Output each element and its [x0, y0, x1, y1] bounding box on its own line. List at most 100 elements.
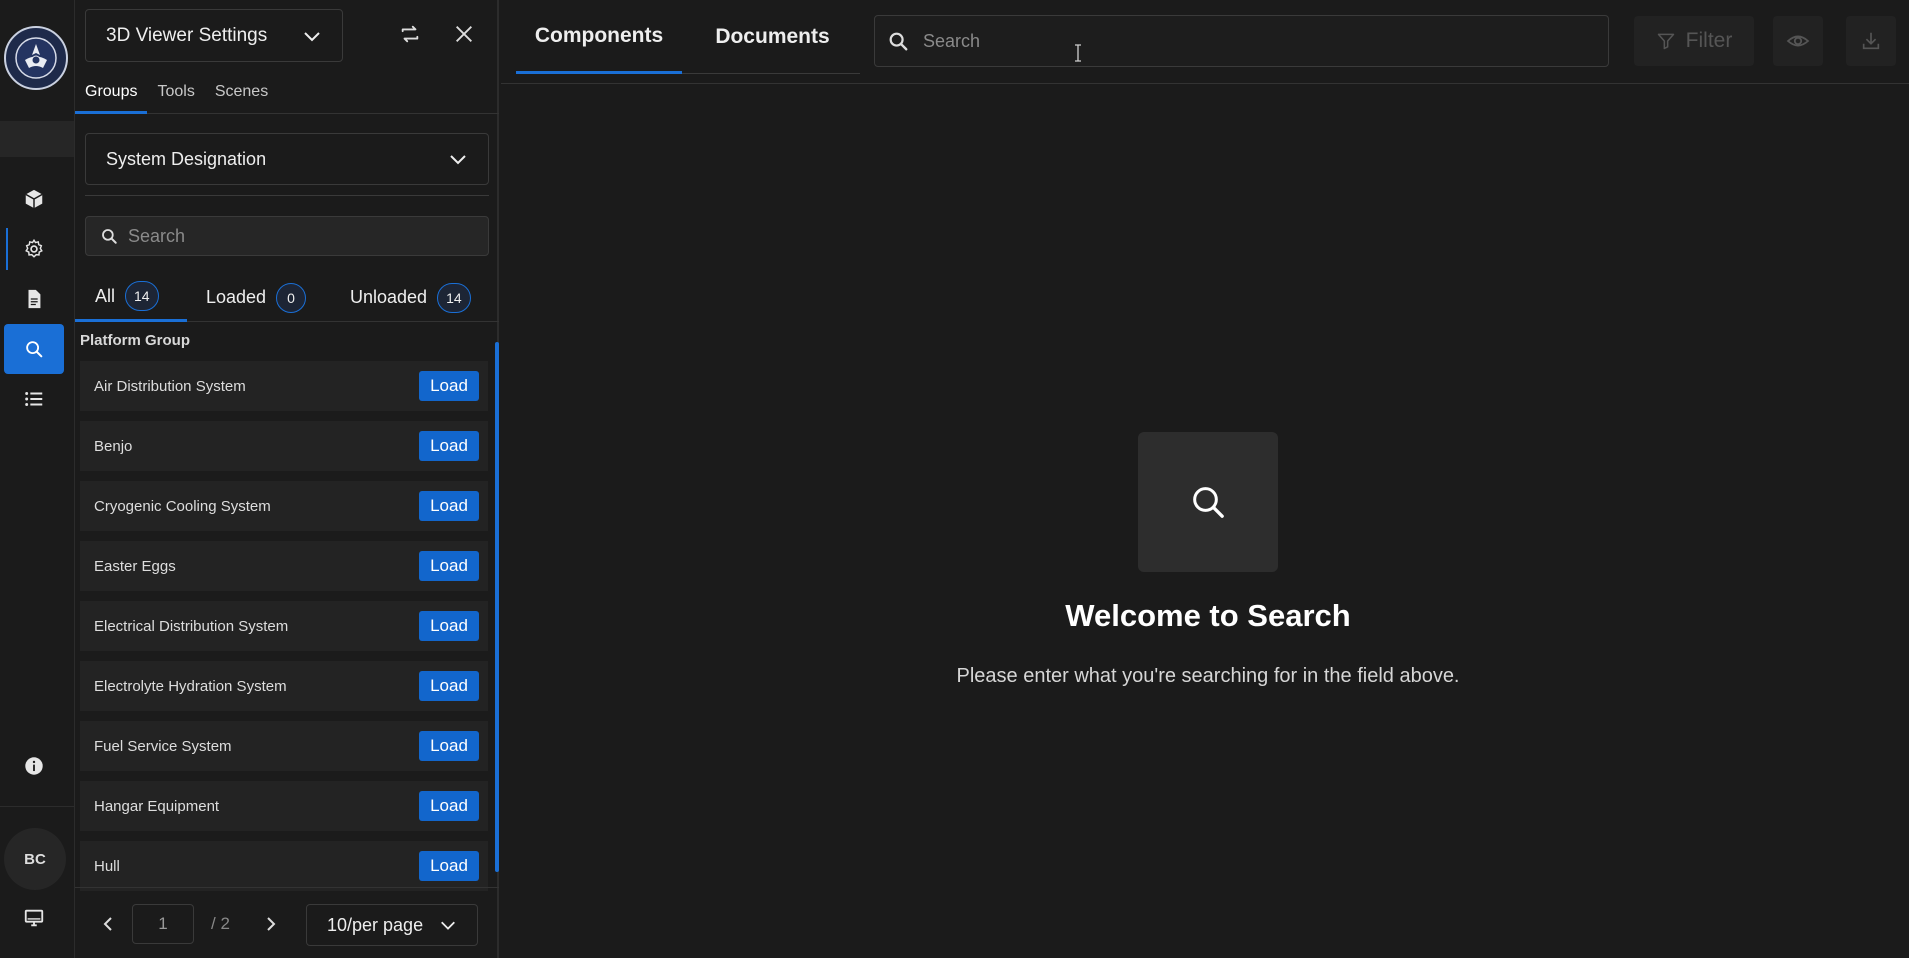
- load-button[interactable]: Load: [419, 611, 479, 641]
- load-filter-tabs: All 14 Loaded 0 Unloaded 14: [75, 273, 499, 322]
- filter-label: Loaded: [206, 287, 267, 307]
- list-item: Easter Eggs Load: [80, 541, 488, 591]
- tab-documents[interactable]: Documents: [690, 0, 855, 74]
- download-icon: [1862, 32, 1880, 50]
- list-item: Air Distribution System Load: [80, 361, 488, 411]
- gear-icon: [25, 238, 43, 258]
- main-search-input[interactable]: [923, 30, 1563, 52]
- load-button[interactable]: Load: [419, 491, 479, 521]
- rail-item-models[interactable]: [4, 174, 64, 224]
- group-by-dropdown[interactable]: System Designation: [85, 133, 489, 185]
- rail-item-settings[interactable]: [4, 224, 64, 274]
- item-label: Electrolyte Hydration System: [94, 677, 287, 695]
- list-item: Benjo Load: [80, 421, 488, 471]
- page-number-input[interactable]: [132, 904, 194, 944]
- item-label: Fuel Service System: [94, 737, 232, 755]
- app-root: BC 3D Viewer Settings Groups Tools Scene…: [0, 0, 1909, 958]
- tab-scenes[interactable]: Scenes: [205, 76, 278, 114]
- pagination: / 2 10/per page: [75, 887, 499, 958]
- list-item: Electrolyte Hydration System Load: [80, 661, 488, 711]
- main-search-box: [874, 15, 1609, 67]
- document-icon: [28, 289, 41, 309]
- search-icon: [26, 341, 43, 358]
- tab-components[interactable]: Components: [516, 0, 682, 74]
- chevron-down-icon: [441, 921, 455, 930]
- filter-label: Unloaded: [350, 287, 428, 307]
- filter-label: All: [95, 285, 116, 306]
- load-button[interactable]: Load: [419, 791, 479, 821]
- list-item: Hull Load: [80, 841, 488, 891]
- visibility-button[interactable]: [1773, 16, 1823, 66]
- panel-divider: [85, 195, 489, 196]
- rail-spacer: [0, 121, 74, 157]
- list-item: Fuel Service System Load: [80, 721, 488, 771]
- list-scrollbar[interactable]: [495, 342, 499, 872]
- group-search-input[interactable]: [128, 225, 468, 247]
- item-label: Benjo: [94, 437, 133, 455]
- item-label: Cryogenic Cooling System: [94, 497, 271, 515]
- count-badge: 14: [437, 282, 471, 313]
- filter-button[interactable]: Filter: [1634, 16, 1754, 66]
- per-page-label: 10/per page: [327, 914, 424, 935]
- sync-icon: [401, 25, 419, 43]
- viewer-settings-panel: 3D Viewer Settings Groups Tools Scenes S…: [75, 0, 499, 958]
- chevron-down-icon: [450, 155, 466, 165]
- per-page-select[interactable]: 10/per page: [306, 904, 478, 946]
- prev-page-button[interactable]: [94, 910, 122, 938]
- rail-item-documents[interactable]: [4, 274, 64, 324]
- list-icon: [25, 392, 43, 406]
- tab-tools[interactable]: Tools: [147, 76, 204, 114]
- page-total: / 2: [211, 914, 230, 933]
- group-header: Platform Group: [80, 332, 191, 349]
- search-icon: [102, 229, 117, 244]
- viewer-settings-dropdown[interactable]: 3D Viewer Settings: [85, 9, 343, 62]
- eye-icon: [1786, 35, 1810, 47]
- rail-item-display[interactable]: [4, 893, 64, 943]
- sync-button[interactable]: [392, 16, 428, 52]
- tab-groups[interactable]: Groups: [75, 76, 148, 114]
- panel-subtabs: Groups Tools Scenes: [75, 76, 499, 114]
- list-item: Electrical Distribution System Load: [80, 601, 488, 651]
- item-label: Easter Eggs: [94, 557, 176, 575]
- result-type-tabs: Components Documents: [516, 0, 860, 74]
- load-button[interactable]: Load: [419, 431, 479, 461]
- rail-divider: [0, 806, 74, 807]
- monitor-icon: [24, 909, 44, 927]
- filter-tab-all[interactable]: All 14: [75, 273, 187, 322]
- list-item: Cryogenic Cooling System Load: [80, 481, 488, 531]
- active-marker: [6, 228, 8, 270]
- rail-item-list[interactable]: [4, 374, 64, 424]
- count-badge: 0: [276, 282, 307, 313]
- load-button[interactable]: Load: [419, 671, 479, 701]
- filter-label: Filter: [1685, 29, 1733, 52]
- search-icon: [1193, 487, 1224, 518]
- item-label: Electrical Distribution System: [94, 617, 289, 635]
- welcome-subtitle: Please enter what you're searching for i…: [956, 665, 1460, 687]
- cube-icon: [25, 189, 43, 209]
- filter-tab-loaded[interactable]: Loaded 0: [206, 273, 307, 322]
- load-button[interactable]: Load: [419, 371, 479, 401]
- download-button[interactable]: [1846, 16, 1896, 66]
- chevron-down-icon: [304, 31, 320, 41]
- rail-item-info[interactable]: [4, 741, 64, 791]
- avatar[interactable]: BC: [4, 828, 66, 890]
- search-main: Components Documents Filter Welcome to S…: [501, 0, 1909, 958]
- load-button[interactable]: Load: [419, 851, 479, 881]
- chevron-left-icon: [103, 917, 112, 931]
- load-button[interactable]: Load: [419, 551, 479, 581]
- filter-tab-unloaded[interactable]: Unloaded 14: [350, 273, 471, 322]
- nav-rail: BC: [0, 0, 75, 958]
- navy-seal-logo[interactable]: [4, 26, 68, 90]
- rail-item-search[interactable]: [4, 324, 64, 374]
- group-search-box: [85, 216, 489, 256]
- load-button[interactable]: Load: [419, 731, 479, 761]
- close-icon: [456, 26, 472, 42]
- info-icon: [25, 757, 43, 775]
- next-page-button[interactable]: [257, 910, 285, 938]
- welcome-title: Welcome to Search: [1065, 598, 1351, 633]
- welcome-search-tile: [1138, 432, 1278, 572]
- filter-icon: [1657, 33, 1674, 50]
- group-by-label: System Designation: [106, 148, 267, 169]
- close-panel-button[interactable]: [446, 16, 482, 52]
- chevron-right-icon: [267, 917, 276, 931]
